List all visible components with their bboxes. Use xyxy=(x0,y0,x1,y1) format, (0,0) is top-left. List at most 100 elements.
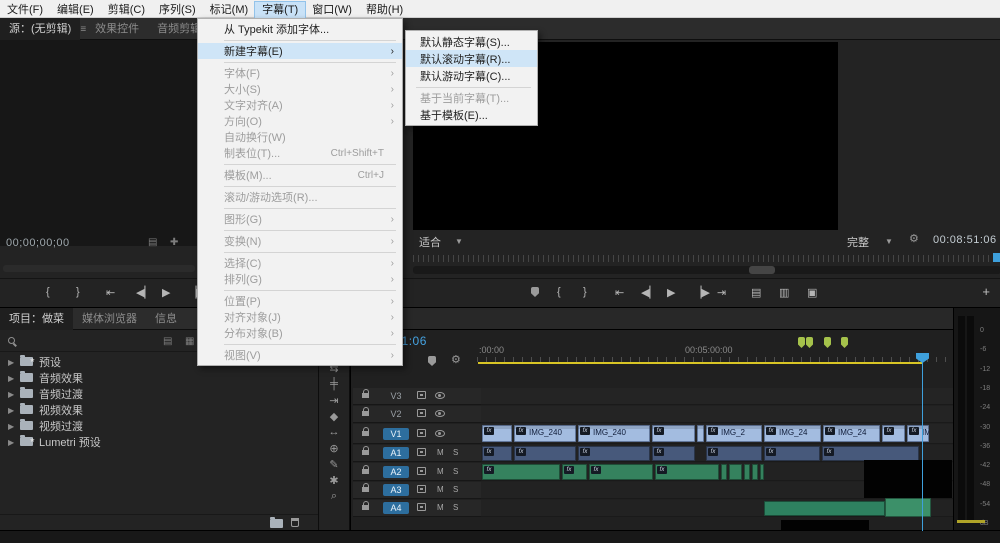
track-target-A1[interactable]: A1 xyxy=(383,447,409,459)
icon-view-icon[interactable]: ▤ xyxy=(163,336,172,347)
track-header-A4[interactable]: A4 MS xyxy=(353,500,481,517)
bin-row-视频过渡[interactable]: ▶视频过渡 xyxy=(0,418,318,434)
menubar-item-序列(S)[interactable]: 序列(S) xyxy=(152,2,203,20)
in-point-icon[interactable]: { xyxy=(46,286,50,298)
clip-V1[interactable]: fxIMG xyxy=(907,425,929,442)
clip-A1[interactable]: fx xyxy=(706,446,762,461)
title-menu-item[interactable]: 从 Typekit 添加字体... xyxy=(198,21,402,37)
solo-button[interactable]: S xyxy=(453,503,458,512)
submenu-item[interactable]: 默认滚动字幕(R)... xyxy=(406,50,537,67)
title-menu-item[interactable]: 新建字幕(E)› xyxy=(198,43,402,59)
project-tab[interactable]: 信息 xyxy=(146,308,186,330)
clip-V1[interactable]: fxIMG_2 xyxy=(706,425,762,442)
wrench-icon[interactable]: ⚙ xyxy=(909,232,919,245)
mute-button[interactable]: M xyxy=(437,503,444,512)
clip-A2[interactable] xyxy=(760,464,764,480)
go-to-in-icon[interactable]: ⇤ xyxy=(106,286,115,299)
menubar-item-编辑(E)[interactable]: 编辑(E) xyxy=(50,2,101,20)
clip-V1[interactable]: fx xyxy=(652,425,695,442)
lock-icon[interactable] xyxy=(362,450,369,455)
add-button[interactable]: + xyxy=(982,284,990,299)
sequence-marker-icon[interactable] xyxy=(824,337,831,348)
clip-V1[interactable]: fxIMG_240 xyxy=(514,425,576,442)
bin-row-Lumetri 预设[interactable]: ▶★Lumetri 预设 xyxy=(0,434,318,450)
lock-icon[interactable] xyxy=(362,505,369,510)
step-back-icon[interactable]: ◀▏ xyxy=(641,286,658,299)
disclosure-triangle-icon[interactable]: ▶ xyxy=(8,355,20,371)
disclosure-triangle-icon[interactable]: ▶ xyxy=(8,419,20,435)
lift-icon[interactable]: ▤ xyxy=(751,286,761,299)
sync-lock-icon[interactable] xyxy=(417,467,426,475)
clip-A1[interactable]: fx xyxy=(578,446,650,461)
clip-V1[interactable] xyxy=(697,425,704,442)
project-tab[interactable]: 项目：做菜 xyxy=(0,308,73,330)
bin-row-音频过渡[interactable]: ▶音频过渡 xyxy=(0,386,318,402)
step-forward-icon[interactable]: ▕▶ xyxy=(693,286,710,299)
clip-V1[interactable]: fxIMG_240 xyxy=(578,425,650,442)
program-scrollbar-thumb[interactable] xyxy=(749,266,775,274)
program-time-ruler[interactable] xyxy=(413,255,1000,262)
sequence-marker-icon[interactable] xyxy=(798,337,805,348)
step-back-icon[interactable]: ◀▏ xyxy=(136,286,153,299)
clip-A1[interactable]: fx xyxy=(764,446,820,461)
delete-icon[interactable] xyxy=(291,518,299,527)
solo-button[interactable]: S xyxy=(453,485,458,494)
sync-lock-icon[interactable] xyxy=(417,503,426,511)
submenu-item[interactable]: 基于模板(E)... xyxy=(406,106,537,123)
eye-icon[interactable] xyxy=(435,430,445,437)
clip-A2[interactable] xyxy=(752,464,758,480)
disclosure-triangle-icon[interactable]: ▶ xyxy=(8,371,20,387)
track-target-A3[interactable]: A3 xyxy=(383,484,409,496)
clip-V1[interactable]: fxIMG_24 xyxy=(823,425,880,442)
menubar-item-文件(F)[interactable]: 文件(F) xyxy=(0,2,50,20)
source-tab[interactable]: 效果控件 xyxy=(86,18,148,40)
sync-lock-icon[interactable] xyxy=(417,391,426,399)
menubar-item-剪辑(C)[interactable]: 剪辑(C) xyxy=(101,2,152,20)
clip-A4[interactable] xyxy=(764,501,885,516)
quality-select[interactable]: 完整 xyxy=(847,234,869,250)
work-area-bar[interactable] xyxy=(478,362,922,364)
search-input[interactable] xyxy=(22,331,152,352)
track-target-V2[interactable]: V2 xyxy=(383,408,409,420)
clip-V1[interactable]: fxIMG_24 xyxy=(764,425,821,442)
export-frame-icon[interactable]: ▣ xyxy=(807,286,817,299)
slide-tool-icon[interactable]: ⊕ xyxy=(319,442,349,455)
track-header-A1[interactable]: A1MS xyxy=(353,445,481,462)
clip-V1[interactable]: fx xyxy=(882,425,905,442)
slip-tool-icon[interactable]: ↔ xyxy=(319,426,349,438)
lock-icon[interactable] xyxy=(362,469,369,474)
pen-tool-icon[interactable]: ✎ xyxy=(319,458,349,471)
mute-button[interactable]: M xyxy=(437,467,444,476)
mute-button[interactable]: M xyxy=(437,485,444,494)
zoom-tool-icon[interactable]: ⌕ xyxy=(319,490,349,503)
program-scrollbar[interactable] xyxy=(413,266,1000,274)
add-marker-icon[interactable] xyxy=(531,287,539,297)
track-target-A4[interactable]: A4 xyxy=(383,502,409,514)
mute-button[interactable]: M xyxy=(437,448,444,457)
bin-row-视频效果[interactable]: ▶视频效果 xyxy=(0,402,318,418)
eye-icon[interactable] xyxy=(435,392,445,399)
track-header-V2[interactable]: V2 xyxy=(353,406,481,423)
track-header-A2[interactable]: A2MS xyxy=(353,463,481,481)
clip-A2[interactable] xyxy=(721,464,727,480)
sequence-marker-icon[interactable] xyxy=(806,337,813,348)
go-to-out-icon[interactable]: ⇥ xyxy=(717,286,726,299)
track-content-V3[interactable] xyxy=(481,388,954,405)
out-point-icon[interactable]: } xyxy=(76,286,80,298)
clip-A1[interactable]: fx xyxy=(652,446,695,461)
add-marker-icon[interactable] xyxy=(428,356,436,366)
clip-A2[interactable]: fx xyxy=(562,464,587,480)
rate-stretch-tool-icon[interactable]: ⇥ xyxy=(319,394,349,407)
sequence-marker-icon[interactable] xyxy=(841,337,848,348)
disclosure-triangle-icon[interactable]: ▶ xyxy=(8,387,20,403)
in-point-icon[interactable]: { xyxy=(557,286,561,298)
lock-icon[interactable] xyxy=(362,487,369,492)
clip-A2[interactable] xyxy=(729,464,742,480)
timeline-settings-icon[interactable]: ⚙ xyxy=(451,353,461,366)
bin-row-音频效果[interactable]: ▶音频效果 xyxy=(0,370,318,386)
sync-lock-icon[interactable] xyxy=(417,429,426,437)
program-playhead[interactable] xyxy=(993,253,1000,262)
lock-icon[interactable] xyxy=(362,431,369,436)
eye-icon[interactable] xyxy=(435,410,445,417)
clip-A2[interactable]: fx xyxy=(482,464,560,480)
